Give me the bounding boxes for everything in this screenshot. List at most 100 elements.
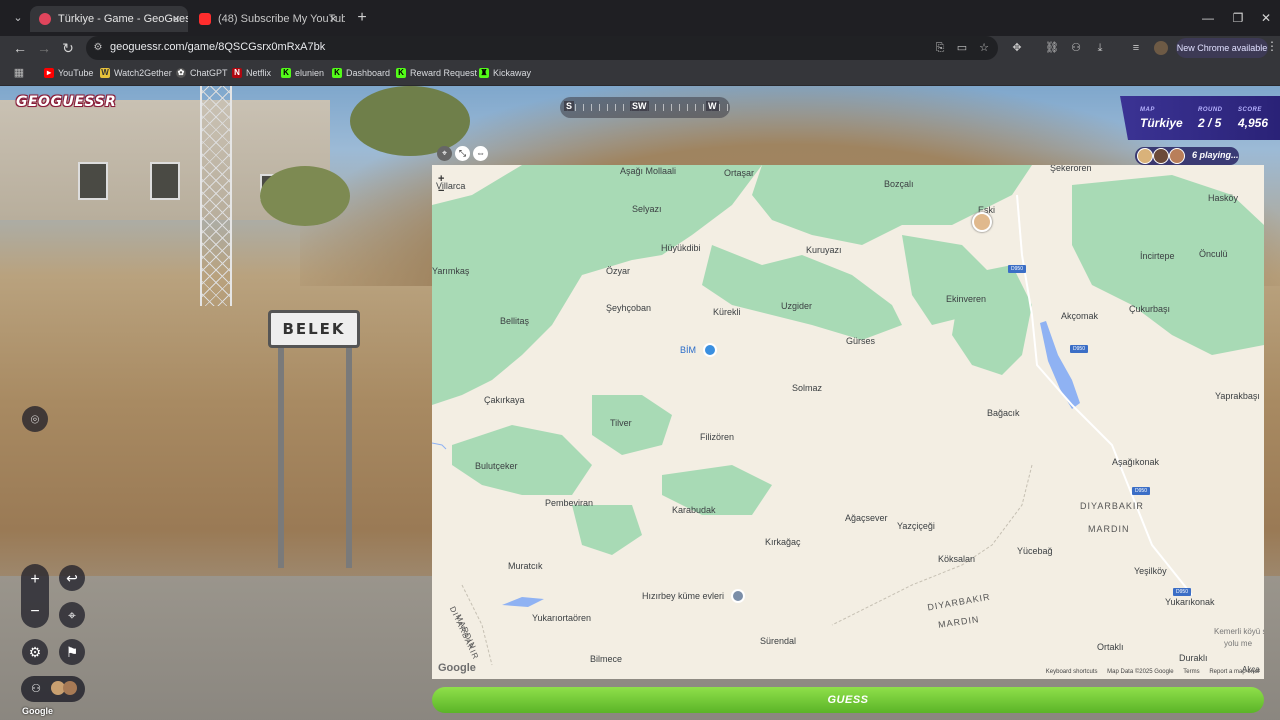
map-place-label: Filizören <box>700 432 735 442</box>
url-text[interactable]: geoguessr.com/game/8QSCGsrx0mRxA7bk <box>110 41 325 53</box>
shop-poi-icon[interactable] <box>703 343 717 357</box>
new-tab-button[interactable]: + <box>352 8 372 28</box>
address-bar[interactable]: ⚙ geoguessr.com/game/8QSCGsrx0mRxA7bk ⎘ … <box>86 36 998 60</box>
map-region-label: DIYARBAKIR <box>1080 501 1144 511</box>
map-place-label: Yaprakbaşı <box>1215 391 1260 401</box>
media-icon[interactable]: ≡ <box>1129 41 1143 55</box>
bookmark-elunien[interactable]: K elunien <box>281 66 324 80</box>
site-info-icon[interactable]: ⚙ <box>92 42 104 54</box>
bookmark-dashboard[interactable]: K Dashboard <box>332 66 390 80</box>
star-icon[interactable]: ☆ <box>977 41 991 55</box>
panorama-zoom: + − <box>21 564 49 628</box>
tab-search-icon[interactable]: ⌄ <box>8 8 28 28</box>
geoguessr-favicon-icon <box>39 13 51 25</box>
player-avatar <box>1153 148 1169 164</box>
apps-grid-icon[interactable]: ▦ <box>12 66 26 80</box>
chatgpt-icon: ✿ <box>176 68 186 78</box>
profile-avatar[interactable] <box>1154 41 1168 55</box>
map-place-label: Uzgider <box>781 301 813 311</box>
map-region-label: MARDIN <box>1088 524 1130 534</box>
chat-bar[interactable]: ⚇ <box>21 676 85 702</box>
map-place-label: Bağacık <box>987 408 1020 418</box>
building-window <box>150 162 180 200</box>
players-indicator[interactable]: 6 playing... <box>1135 147 1239 165</box>
bookmarks-bar: ▦ ▸ YouTube W Watch2Gether ✿ ChatGPT N N… <box>0 60 1280 86</box>
report-error-link[interactable]: Report a map error <box>1209 669 1260 675</box>
download-icon[interactable]: ⤓ <box>1093 41 1107 55</box>
map-google-logo: Google <box>438 662 476 674</box>
bookmark-youtube[interactable]: ▸ YouTube <box>44 66 93 80</box>
map-place-label: Solmaz <box>792 383 823 393</box>
map-place-label: Ağaçsever <box>845 513 888 523</box>
settings-icon[interactable]: ⚙ <box>22 639 48 665</box>
geoguessr-logo[interactable]: GEOGUESSR <box>16 94 116 110</box>
game-status-panel: MAP Türkiye ROUND 2 / 5 SCORE 4,956 <box>1120 96 1280 140</box>
round-value: 2 / 5 <box>1198 116 1222 130</box>
extension-icon[interactable]: ⚇ <box>1069 41 1083 55</box>
bookmark-label: Netflix <box>246 68 272 78</box>
bookmark-label: YouTube <box>58 68 94 78</box>
building-window <box>78 162 108 200</box>
close-window-icon[interactable]: ✕ <box>1256 8 1276 28</box>
map-place-label: Ortaklı <box>1097 642 1124 652</box>
map-pin-toggle-icon[interactable]: ⌾ <box>22 406 48 432</box>
place-poi-icon[interactable] <box>731 589 745 603</box>
map-place-label: Pembeviran <box>545 498 594 508</box>
map-place-label: Hüyükdibi <box>661 243 701 253</box>
terms-link[interactable]: Terms <box>1183 669 1199 675</box>
compass-left-label: S <box>564 101 575 111</box>
bookmark-watch2gether[interactable]: W Watch2Gether <box>100 66 172 80</box>
guess-button[interactable]: GUESS <box>432 687 1264 713</box>
bookmark-label: Reward Request <box>410 68 478 78</box>
minimize-icon[interactable]: — <box>1198 8 1218 28</box>
map-place-label: Ortaşar <box>724 168 755 178</box>
shrink-map-icon[interactable]: ⇔ <box>473 146 488 161</box>
bookmark-reward-request[interactable]: K Reward Request <box>396 66 477 80</box>
watch2gether-icon: W <box>100 68 110 78</box>
score-value: 4,956 <box>1238 116 1269 130</box>
back-icon[interactable]: ← <box>10 38 30 58</box>
map-place-label: Selyazı <box>632 204 662 214</box>
bookmark-chatgpt[interactable]: ✿ ChatGPT <box>176 66 228 80</box>
extensions-icon[interactable]: ✥ <box>1010 41 1024 55</box>
map-place-label: Şekeroren <box>1050 165 1092 173</box>
map-place-label: Villarca <box>436 181 466 191</box>
player-marker-icon[interactable] <box>972 212 992 232</box>
zoom-out-button[interactable]: − <box>21 598 49 626</box>
map-place-label: Çakırkaya <box>484 395 525 405</box>
undo-move-icon[interactable]: ↩ <box>59 565 85 591</box>
tab-geoguessr[interactable]: Türkiye - Game - GeoGuessr × <box>30 6 188 32</box>
keyboard-shortcuts-link[interactable]: Keyboard shortcuts <box>1046 669 1098 675</box>
map-pin-icon[interactable]: ⌖ <box>437 146 452 161</box>
bookmark-label: Dashboard <box>346 68 391 78</box>
bookmark-kickaway[interactable]: ♜ Kickaway <box>479 66 531 80</box>
map-place-label: Kemerli köyü s <box>1214 627 1264 636</box>
map-place-label: Kırkağaç <box>765 537 801 547</box>
map-place-label: yolu me <box>1224 639 1253 648</box>
return-to-start-icon[interactable]: ⌖ <box>59 602 85 628</box>
link-icon[interactable]: ⛓ <box>1045 41 1059 55</box>
expand-map-icon[interactable]: ⤡ <box>455 146 470 161</box>
update-chrome-button[interactable]: New Chrome available <box>1176 38 1268 58</box>
kickaway-icon: ♜ <box>479 68 489 78</box>
zoom-in-button[interactable]: + <box>21 566 49 594</box>
map-place-label: Bulutçeker <box>475 461 518 471</box>
map-value: Türkiye <box>1140 116 1183 130</box>
restore-icon[interactable]: ❐ <box>1228 8 1248 28</box>
forward-icon[interactable]: → <box>34 38 54 58</box>
tab-youtube[interactable]: (48) Subscribe My YouTube Cha × <box>190 6 345 32</box>
map-place-label: Yukarıortaören <box>532 613 592 623</box>
menu-icon[interactable]: ⋮ <box>1266 39 1278 53</box>
bookmark-netflix[interactable]: N Netflix <box>232 66 271 80</box>
reload-icon[interactable]: ↻ <box>58 38 78 58</box>
map-place-label: Hasköy <box>1208 193 1239 203</box>
close-icon[interactable]: × <box>172 6 180 32</box>
flag-icon[interactable]: ⚑ <box>59 639 85 665</box>
browser-tabstrip: ⌄ Türkiye - Game - GeoGuessr × (48) Subs… <box>0 0 1280 36</box>
guess-map[interactable]: + − Aşağı Mollaali Ortaşar Bozçalı Şeker… <box>432 165 1264 679</box>
card-icon[interactable]: ▭ <box>955 41 969 55</box>
player-avatar <box>63 681 77 695</box>
close-icon[interactable]: × <box>329 6 337 32</box>
install-app-icon[interactable]: ⎘ <box>933 41 947 55</box>
youtube-favicon-icon <box>199 13 211 25</box>
